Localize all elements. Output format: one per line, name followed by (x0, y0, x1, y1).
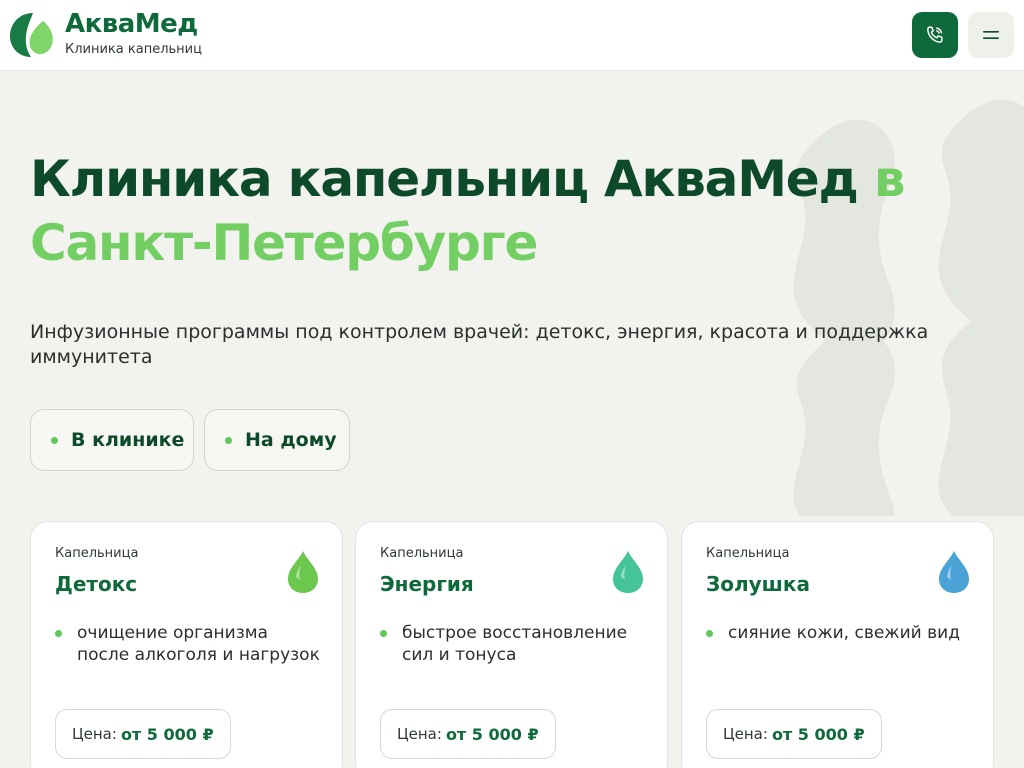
site-header: АкваМед Клиника капельниц (0, 0, 1024, 71)
page-title: Клиника капельниц АкваМед в Санкт-Петерб… (30, 147, 930, 275)
card-kind: Капельница (55, 546, 139, 561)
drop-icon (288, 551, 318, 593)
call-button[interactable] (912, 12, 958, 58)
card-kind: Капельница (706, 546, 790, 561)
drip-card-detox[interactable]: Капельница Детокс очищение организма пос… (30, 521, 343, 768)
drip-card-energy[interactable]: Капельница Энергия быстрое восстановлени… (355, 521, 668, 768)
logo-icon[interactable] (9, 11, 57, 59)
card-title[interactable]: Энергия (380, 572, 474, 596)
drip-card-cinderella[interactable]: Капельница Золушка сияние кожи, свежий в… (681, 521, 994, 768)
brand-tagline: Клиника капельниц (65, 42, 202, 57)
phone-icon (927, 26, 943, 43)
price-value: от 5 000 ₽ (445, 724, 539, 744)
price-badge: Цена: от 5 000 ₽ (55, 709, 231, 759)
card-features: очищение организма после алкоголя и нагр… (55, 622, 325, 666)
title-main: Клиника капельниц АкваМед (30, 150, 859, 208)
price-badge: Цена: от 5 000 ₽ (706, 709, 882, 759)
list-item: очищение организма после алкоголя и нагр… (55, 622, 325, 666)
page-subtitle: Инфузионные программы под контролем врач… (30, 321, 929, 368)
card-kind: Капельница (380, 546, 464, 561)
list-item: быстрое восстановление сил и тонуса (380, 622, 650, 666)
drop-icon (939, 551, 969, 593)
price-label: Цена: (723, 725, 768, 743)
price-badge: Цена: от 5 000 ₽ (380, 709, 556, 759)
title-accent-city: Санкт-Петербурге (30, 214, 538, 272)
price-label: Цена: (397, 725, 442, 743)
list-item: сияние кожи, свежий вид (706, 622, 976, 644)
price-label: Цена: (72, 725, 117, 743)
card-title[interactable]: Детокс (55, 572, 137, 596)
brand-name[interactable]: АкваМед (65, 9, 198, 39)
menu-icon (983, 31, 999, 39)
menu-button[interactable] (968, 12, 1014, 58)
bullet-dot (51, 436, 58, 444)
mode-in-clinic-button[interactable]: В клинике (30, 409, 194, 471)
price-value: от 5 000 ₽ (120, 724, 214, 744)
card-title[interactable]: Золушка (706, 572, 810, 596)
card-features: быстрое восстановление сил и тонуса (380, 622, 650, 666)
mode-label: На дому (245, 429, 337, 451)
mode-at-home-button[interactable]: На дому (204, 409, 350, 471)
bullet-dot (225, 436, 232, 444)
title-accent-inline: в (873, 150, 906, 208)
drop-icon (613, 551, 643, 593)
mode-label: В клинике (71, 429, 185, 451)
card-features: сияние кожи, свежий вид (706, 622, 976, 644)
price-value: от 5 000 ₽ (771, 724, 865, 744)
